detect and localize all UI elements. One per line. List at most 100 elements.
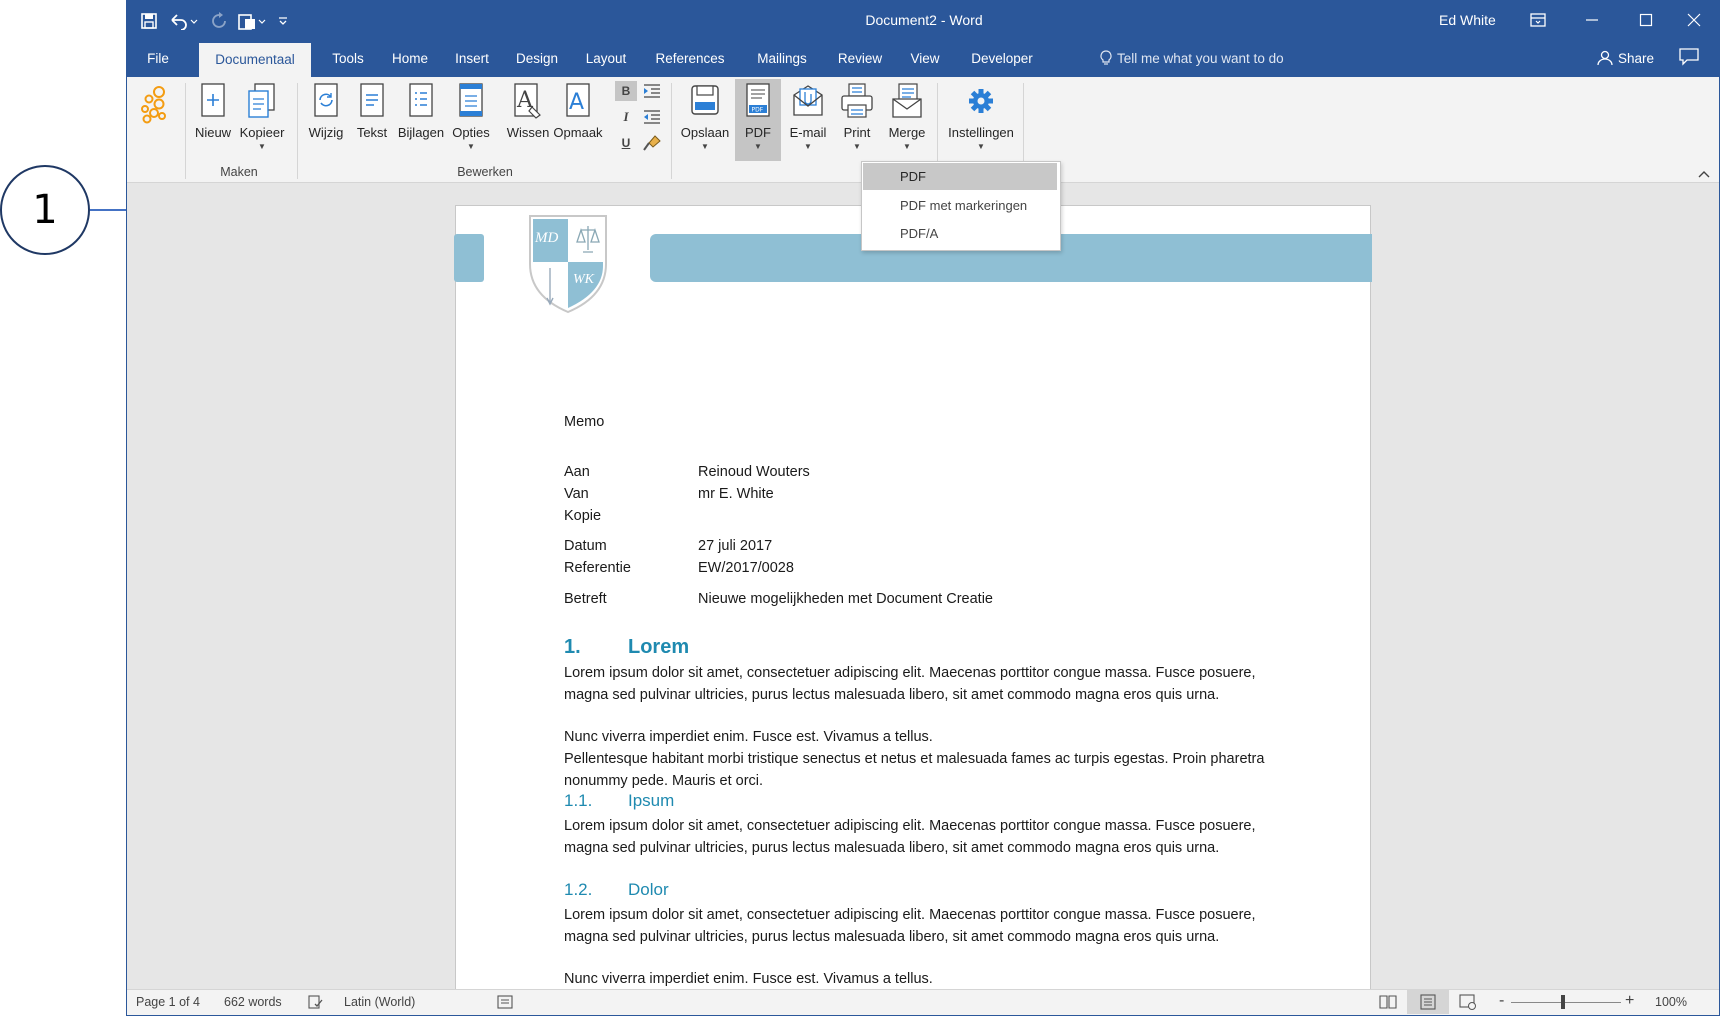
kopieer-label: Kopieer <box>239 125 285 140</box>
minimize-icon[interactable] <box>1565 1 1619 39</box>
paragraph: Lorem ipsum dolor sit amet, consectetuer… <box>564 818 1256 856</box>
documentaal-logo-icon <box>137 85 171 125</box>
instellingen-label: Instellingen <box>948 125 1014 140</box>
refresh-document-icon <box>314 83 338 117</box>
menu-item-pdf[interactable]: PDF <box>863 163 1057 190</box>
tab-home[interactable]: Home <box>385 41 435 77</box>
heading-2-number: 1.1. <box>564 791 593 810</box>
bold-button[interactable]: B <box>615 81 637 101</box>
zoom-out-button[interactable]: - <box>1499 992 1504 1010</box>
tab-tools[interactable]: Tools <box>323 41 373 77</box>
language-indicator[interactable]: Latin (World) <box>344 995 415 1009</box>
new-document-icon <box>201 83 225 117</box>
zoom-in-button[interactable]: + <box>1625 992 1634 1010</box>
tab-documentaal[interactable]: Documentaal <box>199 43 311 77</box>
chevron-down-icon: ▼ <box>977 142 985 151</box>
field-value-van: mr E. White <box>698 486 774 502</box>
chevron-down-icon: ▼ <box>701 142 709 151</box>
email-button[interactable]: E-mail ▼ <box>783 81 833 161</box>
heading-1-text: Lorem <box>628 636 690 658</box>
nieuw-button[interactable]: Nieuw <box>191 81 235 161</box>
close-icon[interactable] <box>1667 1 1719 39</box>
user-name[interactable]: Ed White <box>1439 12 1496 28</box>
format-painter-icon[interactable] <box>641 133 663 153</box>
opslaan-button[interactable]: Opslaan ▼ <box>677 81 733 161</box>
heading-2-number: 1.2. <box>564 880 593 899</box>
zoom-slider-track[interactable] <box>1511 1002 1621 1003</box>
wijzig-button[interactable]: Wijzig <box>303 81 349 161</box>
wissen-label: Wissen <box>506 125 550 140</box>
bijlagen-button[interactable]: Bijlagen <box>395 81 447 161</box>
opties-label: Opties <box>452 125 490 140</box>
heading-2-text: Ipsum <box>628 791 675 810</box>
share-label: Share <box>1618 51 1655 66</box>
merge-button[interactable]: Merge ▼ <box>881 81 933 161</box>
share-button[interactable]: Share <box>1597 41 1654 77</box>
opslaan-label: Opslaan <box>680 125 730 140</box>
field-value-referentie: EW/2017/0028 <box>698 560 794 576</box>
collapse-ribbon-icon[interactable] <box>1697 165 1711 178</box>
pdf-button[interactable]: PDF PDF ▼ <box>735 79 781 161</box>
tab-mailings[interactable]: Mailings <box>745 41 819 77</box>
tell-me-box[interactable]: Tell me what you want to do <box>1099 41 1284 77</box>
tab-file[interactable]: File <box>137 41 179 77</box>
web-layout-icon[interactable] <box>1459 994 1477 1013</box>
tab-insert[interactable]: Insert <box>447 41 497 77</box>
wissen-button[interactable]: A Wissen <box>505 81 551 161</box>
tab-review[interactable]: Review <box>831 41 889 77</box>
maximize-icon[interactable] <box>1619 1 1673 39</box>
word-count[interactable]: 662 words <box>224 995 282 1009</box>
field-value-betreft: Nieuwe mogelijkheden met Document Creati… <box>698 591 993 607</box>
pdf-dropdown-menu: PDF PDF met markeringen PDF/A <box>861 161 1061 251</box>
print-layout-icon[interactable] <box>1407 990 1449 1014</box>
gear-icon <box>969 89 993 113</box>
proofing-icon[interactable] <box>307 994 323 1013</box>
save-icon <box>691 85 719 115</box>
title-bar: Document2 - Word Ed White <box>127 1 1719 41</box>
document-page[interactable]: MD WK Memo Aan Reinoud Wouters Van mr E.… <box>454 205 1372 1005</box>
company-logo: MD WK <box>525 212 611 314</box>
word-window: Document2 - Word Ed White File Documenta… <box>126 0 1720 1016</box>
field-label-referentie: Referentie <box>564 560 631 576</box>
wijzig-label: Wijzig <box>308 125 344 140</box>
logo-initials-md: MD <box>535 230 559 246</box>
instellingen-button[interactable]: Instellingen ▼ <box>941 81 1021 161</box>
field-label-aan: Aan <box>564 464 590 480</box>
opmaak-button[interactable]: A Opmaak <box>553 81 603 161</box>
zoom-level[interactable]: 100% <box>1655 995 1687 1009</box>
increase-indent-icon[interactable] <box>641 81 663 101</box>
tekst-button[interactable]: Tekst <box>351 81 393 161</box>
pdf-document-icon: PDF <box>746 83 770 117</box>
read-mode-icon[interactable] <box>1379 994 1397 1013</box>
callout-label: 1 <box>32 187 58 233</box>
tab-design[interactable]: Design <box>509 41 565 77</box>
ribbon-tabs: File Documentaal Tools Home Insert Desig… <box>127 41 1719 77</box>
menu-item-pdf-met-markeringen[interactable]: PDF met markeringen <box>863 192 1057 219</box>
chevron-down-icon: ▼ <box>754 142 762 151</box>
status-bar: Page 1 of 4 662 words Latin (World) - + … <box>127 989 1719 1015</box>
chevron-down-icon: ▼ <box>804 142 812 151</box>
paragraph: Lorem ipsum dolor sit amet, consectetuer… <box>564 907 1256 945</box>
italic-button[interactable]: I <box>615 107 637 127</box>
print-button[interactable]: Print ▼ <box>835 81 879 161</box>
paragraph: Nunc viverra imperdiet enim. Fusce est. … <box>564 971 933 987</box>
tab-references[interactable]: References <box>647 41 733 77</box>
zoom-slider-thumb[interactable] <box>1561 995 1565 1009</box>
macro-recording-icon[interactable] <box>497 995 513 1012</box>
decrease-indent-icon[interactable] <box>641 107 663 127</box>
memo-heading: Memo <box>564 414 605 430</box>
page-count[interactable]: Page 1 of 4 <box>136 995 200 1009</box>
opties-button[interactable]: Opties ▼ <box>449 81 493 161</box>
underline-button[interactable]: U <box>615 133 637 153</box>
tab-developer[interactable]: Developer <box>961 41 1043 77</box>
kopieer-button[interactable]: Kopieer ▼ <box>237 81 287 161</box>
tab-view[interactable]: View <box>901 41 949 77</box>
chevron-down-icon: ▼ <box>467 142 475 151</box>
comments-icon[interactable] <box>1679 48 1701 70</box>
print-label: Print <box>843 125 871 140</box>
email-icon <box>793 85 823 116</box>
ribbon-display-options-icon[interactable] <box>1511 1 1565 39</box>
chevron-down-icon: ▼ <box>258 142 266 151</box>
tab-layout[interactable]: Layout <box>577 41 635 77</box>
menu-item-pdf-a[interactable]: PDF/A <box>863 220 1057 247</box>
